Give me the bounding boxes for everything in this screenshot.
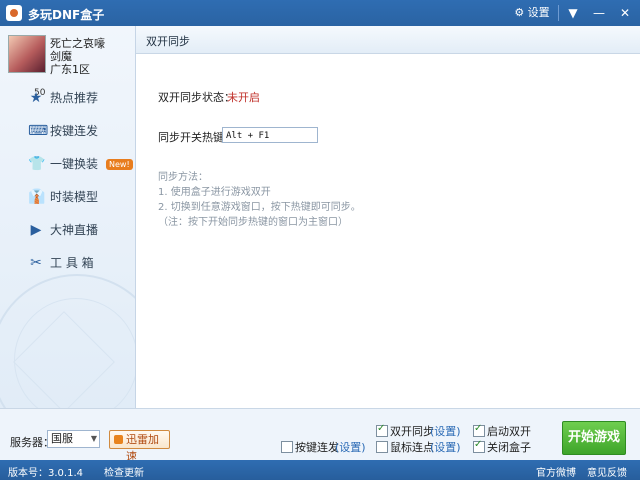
menu-dropdown-icon[interactable]: ▼ [561,3,585,23]
bottom-bar: 服务器： 国服 ▼ 迅雷加速 按键连发 (设置) 双开同步 (设置) 鼠标连点 … [0,408,640,463]
server-select[interactable]: 国服 ▼ [47,430,100,448]
tshirt-icon: 👔 [28,189,46,205]
sidebar-item-hot[interactable]: ★ 热点推荐 [0,83,135,113]
mouse-click-label: 鼠标连点 [390,441,434,454]
feedback-link[interactable]: 意见反馈 [587,464,627,479]
sidebar-item-live[interactable]: ▶ 大神直播 [0,215,135,245]
sidebar-item-label: 一键换装 [50,157,99,171]
instruction-line: 1. 使用盒子进行游戏双开 [158,187,271,198]
sidebar-item-fashion-model[interactable]: 👔 时装模型 [0,182,135,212]
tools-icon: ✂ [30,255,42,271]
server-value: 国服 [51,432,73,445]
dual-sync-label: 双开同步 [390,425,434,438]
sidebar: 50 死亡之哀嚎 剑魔 广东1区 ★ 热点推荐 ⌨ 按键连发 👕 一键换装 Ne… [0,26,136,408]
instructions-title: 同步方法： [158,172,208,183]
check-update-link[interactable]: 检查更新 [104,464,144,479]
close-box-checkbox[interactable] [473,439,485,453]
sidebar-item-key-repeat[interactable]: ⌨ 按键连发 [0,116,135,146]
sync-status-value: 未开启 [227,91,260,104]
xunlei-icon [114,435,123,444]
status-bar: 版本号：3.0.1.4 检查更新 官方微博 意见反馈 [0,460,640,480]
key-repeat-checkbox[interactable] [281,441,293,453]
launch-dual-checkbox[interactable] [473,423,485,437]
hotkey-input[interactable]: Alt + F1 [222,127,318,143]
keyboard-icon: ⌨ [28,123,49,139]
weibo-link[interactable]: 官方微博 [536,464,576,479]
key-repeat-label: 按键连发 [295,441,339,454]
sidebar-item-outfit-swap[interactable]: 👕 一键换装 New! [0,149,135,179]
decorative-compass-watermark [0,274,135,408]
panel-header: 双开同步 [136,26,640,54]
sidebar-item-toolbox[interactable]: ✂ 工 具 箱 [0,248,135,278]
settings-button[interactable]: ⚙ 设置 [510,3,554,23]
close-box-label: 关闭盒子 [487,441,531,454]
minimize-icon[interactable]: — [587,3,611,23]
sidebar-item-label: 大神直播 [50,223,99,237]
sidebar-item-label: 热点推荐 [50,91,99,105]
dual-sync-checkbox[interactable] [376,423,388,437]
close-icon[interactable]: ✕ [613,3,637,23]
dual-sync-settings-link[interactable]: (设置) [430,423,461,439]
title-separator [558,5,559,21]
avatar[interactable] [8,35,46,73]
instruction-note: （注：按下开始同步热键的窗口为主窗口） [158,217,348,228]
chevron-down-icon: ▼ [90,434,97,443]
app-title: 多玩DNF盒子 [28,8,105,22]
key-repeat-settings-link[interactable]: (设置) [335,439,366,455]
title-bar: 多玩DNF盒子 ⚙ 设置 ▼ — ✕ [0,0,640,26]
version-text: 版本号：3.0.1.4 [8,468,83,479]
panel-title: 双开同步 [146,35,190,48]
app-logo-icon [6,5,22,21]
sidebar-item-label: 按键连发 [50,124,99,138]
star-icon: ★ [29,90,43,106]
play-icon: ▶ [30,222,42,238]
mouse-click-checkbox[interactable] [376,441,388,453]
character-server: 广东1区 [50,63,90,76]
launch-dual-label: 启动双开 [487,425,531,438]
mouse-click-settings-link[interactable]: (设置) [430,439,461,455]
start-game-button[interactable]: 开始游戏 [562,421,626,455]
sync-status-label: 双开同步状态： [158,91,235,104]
instruction-line: 2. 切换到任意游戏窗口，按下热键即可同步。 [158,202,361,213]
sidebar-item-label: 时装模型 [50,190,99,204]
new-badge: New! [106,159,133,170]
sidebar-item-label: 工 具 箱 [50,256,94,270]
xunlei-accelerate-button[interactable]: 迅雷加速 [109,430,170,463]
sync-panel: 双开同步状态： 未开启 同步开关热键： Alt + F1 同步方法： 1. 使用… [136,54,640,408]
outfit-icon: 👕 [28,156,46,172]
